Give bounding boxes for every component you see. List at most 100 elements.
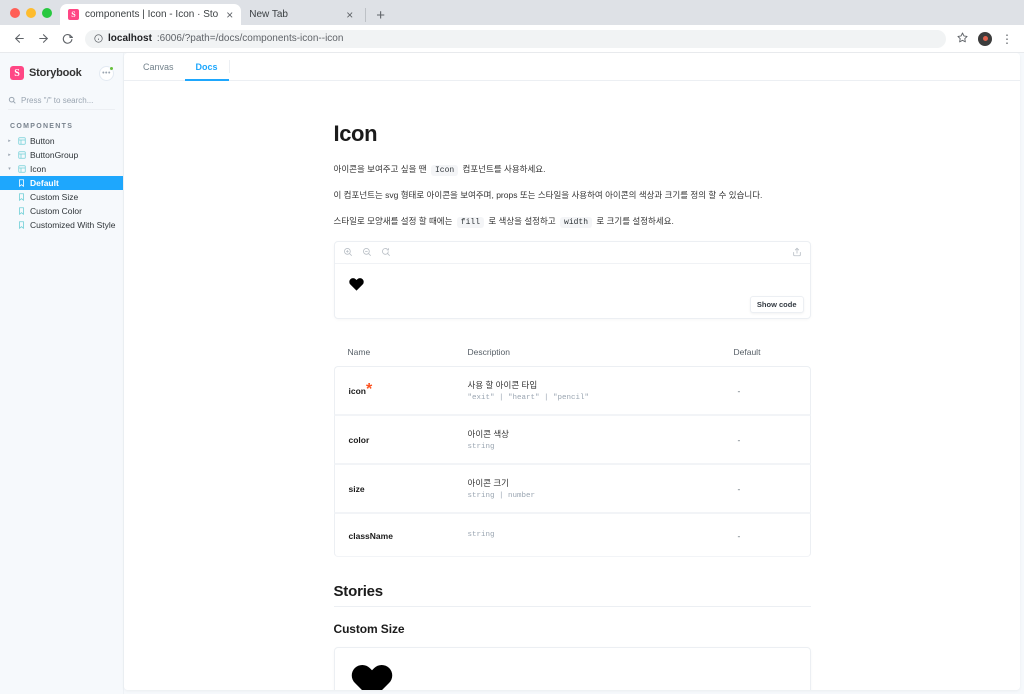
prop-default-cell: -: [723, 512, 811, 557]
browser-window: S components | Icon - Icon · Sto × New T…: [0, 0, 1024, 694]
bookmark-star-icon[interactable]: [953, 31, 972, 46]
storybook-main-panel: Canvas Docs Icon 아이콘을 보여주고 싶을 땐 Icon 컴포넌…: [124, 53, 1020, 690]
column-header-name: Name: [347, 346, 371, 357]
browser-tab-active[interactable]: S components | Icon - Icon · Sto ×: [60, 4, 242, 25]
props-header-row: Name Description Default: [334, 347, 811, 366]
sidebar-item-customized-with-style[interactable]: Customized With Style: [0, 218, 123, 232]
story-bookmark-icon: [17, 207, 26, 215]
view-tabs: Canvas Docs: [124, 53, 1020, 81]
component-icon: [17, 137, 26, 145]
tab-divider: [365, 8, 367, 22]
zoom-reset-icon[interactable]: [381, 247, 391, 257]
table-row: className string -: [333, 512, 811, 557]
props-table-head: Name Description Default: [334, 347, 811, 366]
prop-default: -: [737, 386, 741, 397]
address-bar[interactable]: localhost:6006/?path=/docs/components-ic…: [85, 29, 946, 48]
sidebar-item-custom-color[interactable]: Custom Color: [0, 204, 123, 218]
prop-name-cell: icon*: [333, 365, 454, 415]
table-row: color 아이콘 색상 string -: [333, 414, 811, 464]
story-preview-primary: Show code: [333, 240, 811, 319]
update-badge: [109, 65, 114, 71]
prop-name: className: [348, 530, 393, 541]
story-bookmark-icon: [17, 221, 26, 229]
paragraph-1-before: 아이콘을 보여주고 싶을 땐: [333, 164, 429, 174]
chevron-down-icon[interactable]: ▾: [6, 166, 13, 172]
stories-heading: Stories: [333, 583, 811, 607]
table-row: icon* 사용 할 아이콘 타입 "exit" | "heart" | "pe…: [333, 365, 811, 415]
storybook-sidebar: S Storybook ••• Press "/" to search... C…: [0, 53, 124, 694]
sidebar-item-icon[interactable]: ▾ Icon: [0, 162, 123, 176]
paragraph-1-middle: 컴포넌트를 사용하세요.: [460, 164, 546, 174]
sidebar-item-default[interactable]: Default: [0, 176, 123, 190]
zoom-out-icon[interactable]: [362, 247, 372, 257]
heart-icon: [348, 277, 796, 296]
browser-tab-strip: S components | Icon - Icon · Sto × New T…: [0, 0, 1024, 25]
sidebar-item-button[interactable]: ▸ Button: [0, 134, 123, 148]
new-tab-button[interactable]: +: [370, 8, 391, 25]
prop-type: "exit" | "heart" | "pencil": [467, 393, 590, 402]
prop-name: color: [348, 435, 370, 446]
prop-description: 아이콘 색상: [467, 428, 509, 439]
chevron-right-icon[interactable]: ▸: [6, 138, 13, 144]
sidebar-item-custom-size[interactable]: Custom Size: [0, 190, 123, 204]
browser-menu-button[interactable]: ⋮: [998, 33, 1016, 45]
doc-paragraph-2: 이 컴포넌트는 svg 형태로 아이콘을 보여주며, props 또는 스타일을…: [334, 189, 811, 202]
share-icon[interactable]: [792, 247, 802, 257]
column-header-description: Description: [467, 346, 511, 357]
table-row: size 아이콘 크기 string | number -: [333, 463, 811, 513]
tab-docs[interactable]: Docs: [184, 53, 229, 81]
story-heading-custom-size: Custom Size: [333, 621, 405, 636]
prop-default: -: [737, 435, 741, 446]
sidebar-item-buttongroup[interactable]: ▸ ButtonGroup: [0, 148, 123, 162]
zoom-in-icon[interactable]: [343, 247, 353, 257]
close-window-button[interactable]: [10, 7, 20, 18]
inline-code-icon: Icon: [430, 165, 459, 176]
search-icon: [8, 96, 16, 106]
prop-default-cell: -: [723, 463, 811, 513]
paragraph-2-text: 이 컴포넌트는 svg 형태로 아이콘을 보여주며, props 또는 스타일을…: [333, 190, 763, 201]
close-tab-button-2[interactable]: ×: [344, 9, 355, 21]
maximize-window-button[interactable]: [42, 7, 52, 18]
prop-default-cell: -: [723, 365, 811, 415]
prop-name: size: [348, 484, 365, 495]
prop-type: string: [467, 442, 495, 451]
prop-desc-cell: string: [453, 512, 724, 557]
prop-description: 아이콘 크기: [467, 477, 509, 488]
storybook-favicon-icon: S: [68, 9, 79, 20]
doc-paragraph-3: 스타일로 모양새를 설정 할 때에는 fill 로 색상을 설정하고 width…: [334, 215, 811, 229]
sidebar-item-label: Custom Size: [30, 192, 79, 202]
page-content: S Storybook ••• Press "/" to search... C…: [0, 53, 1024, 694]
docs-container: Icon 아이콘을 보여주고 싶을 땐 Icon 컴포넌트를 사용하세요. 이 …: [333, 81, 811, 690]
prop-name-cell: color: [333, 414, 454, 464]
profile-avatar[interactable]: [978, 31, 992, 46]
required-marker: *: [365, 381, 373, 399]
sidebar-item-label: Customized With Style: [30, 220, 116, 230]
paragraph-3-after: 로 크기를 설정하세요.: [594, 215, 674, 226]
reload-button[interactable]: [56, 28, 78, 50]
browser-tab-new-tab[interactable]: New Tab ×: [241, 4, 361, 25]
back-button[interactable]: [8, 28, 30, 50]
prop-default: -: [737, 530, 741, 541]
show-code-button[interactable]: Show code: [749, 295, 804, 313]
chevron-right-icon[interactable]: ▸: [6, 152, 13, 158]
props-table: Name Description Default icon* 사용 할 아이콘 …: [333, 347, 811, 557]
sidebar-menu-button[interactable]: •••: [99, 65, 114, 81]
tabs-divider: [228, 60, 230, 73]
sidebar-item-label: Default: [30, 178, 59, 188]
close-tab-button[interactable]: ×: [224, 9, 235, 21]
minimize-window-button[interactable]: [26, 7, 36, 18]
inline-code-width: width: [560, 216, 593, 228]
sidebar-item-label: Button: [30, 136, 55, 146]
prop-desc-cell: 아이콘 크기 string | number: [453, 463, 724, 513]
url-host: localhost: [108, 33, 152, 44]
docs-scroll-area[interactable]: Icon 아이콘을 보여주고 싶을 땐 Icon 컴포넌트를 사용하세요. 이 …: [124, 81, 1020, 690]
prop-type: string | number: [467, 491, 536, 500]
prop-default: -: [737, 484, 741, 495]
prop-type: string: [467, 530, 495, 539]
sidebar-brand[interactable]: S Storybook •••: [0, 63, 123, 83]
component-icon: [17, 165, 26, 173]
forward-button[interactable]: [32, 28, 54, 50]
site-info-icon[interactable]: [94, 34, 103, 43]
sidebar-search-input[interactable]: Press "/" to search...: [8, 92, 115, 110]
tab-canvas[interactable]: Canvas: [132, 53, 185, 80]
